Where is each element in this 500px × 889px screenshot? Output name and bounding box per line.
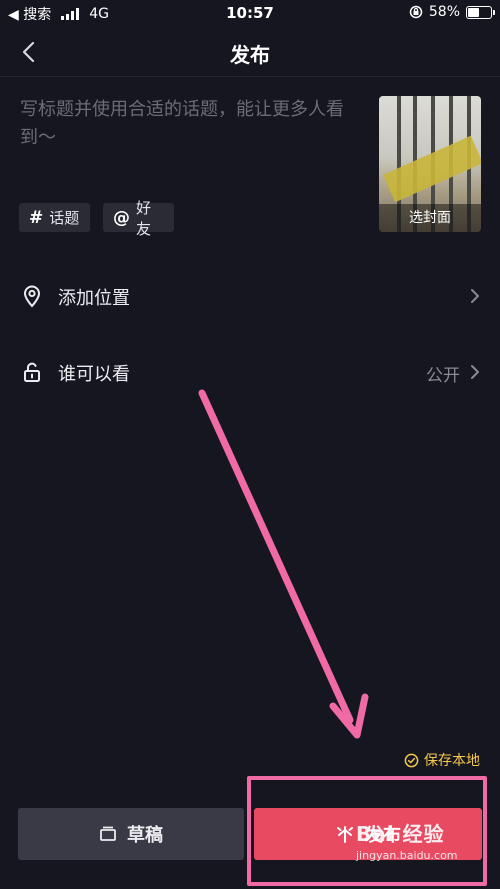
battery-icon: [466, 5, 495, 19]
location-pin-icon: [23, 285, 41, 308]
orientation-lock-icon: [409, 5, 423, 19]
cover-picker[interactable]: 选封面: [379, 96, 481, 232]
nav-bar: 发布: [0, 26, 500, 77]
draft-button-label: 草稿: [127, 825, 163, 846]
unlock-icon: [24, 362, 40, 382]
save-local-toggle[interactable]: 保存本地: [404, 750, 480, 770]
status-bar: ◀ 搜索 4G 10:57 58%: [0, 0, 500, 26]
baidu-watermark: Bai 经验 jingyan.baidu.com: [356, 818, 458, 862]
mention-icon: @: [113, 207, 130, 228]
add-location-row[interactable]: 添加位置: [0, 266, 500, 326]
mention-chip[interactable]: @ 好友: [103, 199, 174, 238]
hashtag-icon: #: [29, 207, 44, 228]
chevron-right-icon: [471, 365, 479, 379]
cover-label: 选封面: [409, 210, 451, 226]
visibility-label: 谁可以看: [58, 364, 130, 385]
draft-button[interactable]: 草稿: [18, 808, 244, 860]
mention-chip-label: 好友: [136, 198, 152, 238]
chevron-right-icon: [471, 289, 479, 303]
watermark-sub: jingyan.baidu.com: [356, 849, 458, 862]
publish-spark-icon: [337, 826, 353, 843]
hashtag-chip-label: 话题: [49, 209, 80, 227]
save-local-label: 保存本地: [424, 753, 480, 769]
draft-box-icon: [100, 826, 116, 841]
check-circle-icon: [404, 753, 419, 767]
add-location-label: 添加位置: [58, 288, 130, 309]
caption-input[interactable]: 写标题并使用合适的话题，能让更多人看到～: [20, 96, 360, 152]
visibility-value: 公开: [426, 366, 460, 386]
watermark-main: Bai 经验: [356, 822, 445, 846]
battery-percent: 58%: [428, 4, 460, 20]
page-title: 发布: [230, 43, 270, 67]
hashtag-chip[interactable]: # 话题: [19, 203, 90, 232]
status-right: 58%: [409, 4, 495, 20]
visibility-row[interactable]: 谁可以看 公开: [0, 342, 500, 402]
